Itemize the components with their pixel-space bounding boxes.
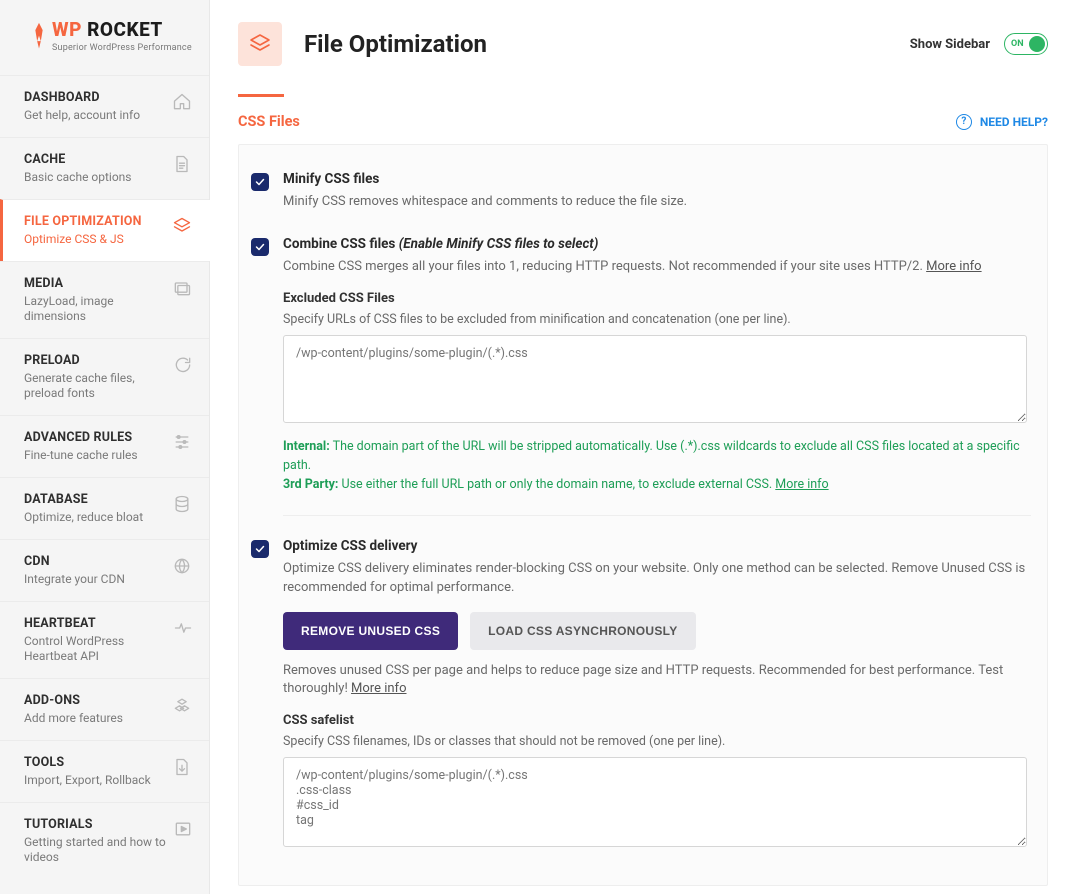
logo-wp: WP [52, 18, 82, 41]
layers-icon [238, 22, 282, 66]
cubes-icon [171, 695, 193, 715]
optimize-css-checkbox[interactable] [251, 540, 269, 558]
sidebar-item-media[interactable]: MEDIALazyLoad, image dimensions [0, 261, 209, 338]
main: File Optimization Show Sidebar ON CSS Fi… [210, 0, 1076, 894]
play-icon [173, 819, 193, 839]
home-icon [171, 92, 193, 112]
toggle-on-label: ON [1011, 39, 1024, 49]
database-icon [171, 494, 193, 514]
layers-icon [171, 216, 193, 236]
logo: WP ROCKET Superior WordPress Performance [0, 0, 209, 75]
combine-css-more-link[interactable]: More info [926, 259, 981, 274]
sidebar-item-dashboard[interactable]: DASHBOARDGet help, account info [0, 75, 209, 137]
show-sidebar-label: Show Sidebar [910, 37, 990, 52]
check-icon [254, 543, 266, 555]
sidebar-item-label: ADD-ONS [24, 693, 123, 708]
sidebar-item-tutorials[interactable]: TUTORIALSGetting started and how to vide… [0, 802, 209, 879]
combine-css-field: Combine CSS files (Enable Minify CSS fil… [239, 228, 1031, 511]
safelist-textarea[interactable] [283, 757, 1027, 847]
sidebar-item-tools[interactable]: TOOLSImport, Export, Rollback [0, 740, 209, 802]
toggle-knob [1029, 36, 1045, 52]
logo-sub: Superior WordPress Performance [52, 43, 192, 53]
file-icon [171, 154, 193, 174]
globe-icon [171, 556, 193, 576]
check-icon [254, 176, 266, 188]
nav: DASHBOARDGet help, account info CACHEBas… [0, 75, 209, 894]
separator [283, 515, 1031, 516]
sidebar-item-label: PRELOAD [24, 353, 173, 368]
excluded-css-label: Excluded CSS Files [283, 291, 1027, 306]
minify-css-label: Minify CSS files [283, 171, 1027, 187]
note-more-link[interactable]: More info [775, 477, 828, 492]
excluded-css-textarea[interactable] [283, 335, 1027, 423]
sidebar-item-label: FILE OPTIMIZATION [24, 214, 142, 229]
tab-indicator [238, 94, 284, 97]
minify-css-checkbox[interactable] [251, 173, 269, 191]
need-help-link[interactable]: ? NEED HELP? [956, 114, 1048, 130]
sidebar-item-database[interactable]: DATABASEOptimize, reduce bloat [0, 477, 209, 539]
combine-css-desc: Combine CSS merges all your files into 1… [283, 259, 923, 274]
refresh-icon [173, 355, 193, 375]
css-panel: Minify CSS files Minify CSS removes whit… [238, 144, 1048, 886]
sidebar-item-label: HEARTBEAT [24, 616, 173, 631]
note-internal-lead: Internal: [283, 439, 330, 454]
sidebar-item-label: TUTORIALS [24, 817, 173, 832]
show-sidebar-toggle[interactable]: ON [1004, 33, 1048, 55]
sidebar-item-preload[interactable]: PRELOADGenerate cache files, preload fon… [0, 338, 209, 415]
page-header: File Optimization Show Sidebar ON [210, 0, 1076, 74]
sliders-icon [171, 432, 193, 452]
minify-css-desc: Minify CSS removes whitespace and commen… [283, 193, 1027, 212]
remove-unused-css-button[interactable]: REMOVE UNUSED CSS [283, 612, 458, 650]
sidebar-item-heartbeat[interactable]: HEARTBEATControl WordPress Heartbeat API [0, 601, 209, 678]
sidebar-item-label: MEDIA [24, 276, 172, 291]
sidebar-item-advanced-rules[interactable]: ADVANCED RULESFine-tune cache rules [0, 415, 209, 477]
optimize-css-desc: Optimize CSS delivery eliminates render-… [283, 560, 1027, 598]
sidebar-item-label: CDN [24, 554, 125, 569]
load-css-async-button[interactable]: LOAD CSS ASYNCHRONOUSLY [470, 612, 695, 650]
sidebar-item-label: DATABASE [24, 492, 143, 507]
combine-css-hint: (Enable Minify CSS files to select) [399, 236, 599, 252]
sidebar-item-cache[interactable]: CACHEBasic cache options [0, 137, 209, 199]
page-title: File Optimization [304, 30, 487, 58]
optimize-css-field: Optimize CSS delivery Optimize CSS deliv… [239, 530, 1031, 867]
sidebar-item-label: TOOLS [24, 755, 151, 770]
sidebar-item-label: DASHBOARD [24, 90, 140, 105]
sidebar-item-cdn[interactable]: CDNIntegrate your CDN [0, 539, 209, 601]
import-export-icon [171, 757, 193, 777]
images-icon [172, 278, 193, 298]
rocket-icon [28, 21, 50, 51]
safelist-desc: Specify CSS filenames, IDs or classes th… [283, 734, 1027, 749]
optimize-css-label: Optimize CSS delivery [283, 538, 1027, 554]
help-icon: ? [956, 114, 972, 130]
sidebar: WP ROCKET Superior WordPress Performance… [0, 0, 210, 894]
heartbeat-icon [173, 618, 193, 638]
note-internal: The domain part of the URL will be strip… [283, 439, 1020, 473]
need-help-label: NEED HELP? [980, 115, 1048, 129]
check-icon [254, 241, 266, 253]
section-title: CSS Files [238, 113, 300, 130]
optimize-more-link[interactable]: More info [351, 681, 406, 696]
note-third: Use either the full URL path or only the… [338, 477, 775, 492]
note-third-lead: 3rd Party: [283, 477, 338, 492]
minify-css-field: Minify CSS files Minify CSS removes whit… [239, 163, 1031, 228]
combine-css-checkbox[interactable] [251, 238, 269, 256]
sidebar-item-label: ADVANCED RULES [24, 430, 138, 445]
sidebar-item-file-optimization[interactable]: FILE OPTIMIZATIONOptimize CSS & JS [0, 199, 209, 261]
combine-css-label: Combine CSS files (Enable Minify CSS fil… [283, 236, 1027, 252]
logo-rocket: ROCKET [87, 18, 163, 41]
sidebar-item-addons[interactable]: ADD-ONSAdd more features [0, 678, 209, 740]
sidebar-item-label: CACHE [24, 152, 132, 167]
safelist-label: CSS safelist [283, 713, 1027, 728]
excluded-css-desc: Specify URLs of CSS files to be excluded… [283, 312, 1027, 327]
